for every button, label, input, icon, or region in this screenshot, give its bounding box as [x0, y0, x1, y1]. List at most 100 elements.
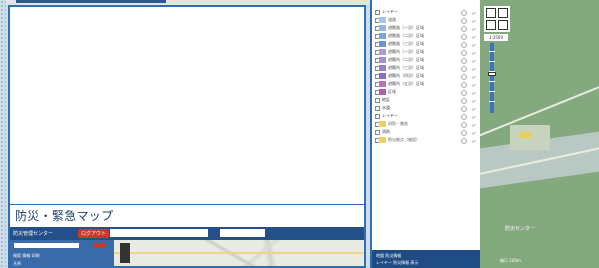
edit-icon[interactable]: [470, 89, 476, 95]
edit-icon[interactable]: [470, 57, 476, 63]
layer-label: レイヤー: [382, 113, 398, 118]
zoom-input[interactable]: [220, 229, 265, 237]
mini-map-nav-control[interactable]: [120, 243, 130, 263]
mini-search-field[interactable]: [14, 243, 79, 248]
edit-icon[interactable]: [470, 65, 476, 71]
layer-label: 区域: [388, 89, 396, 94]
mini-legend-row[interactable]: 凡例: [13, 261, 21, 266]
edit-icon[interactable]: [470, 33, 476, 39]
layer-swatch: [379, 65, 386, 71]
layer-label: 消防・救急: [388, 121, 408, 126]
layer-item[interactable]: 避難所（四次）区域: [375, 72, 479, 80]
mini-map-preview: [114, 240, 364, 266]
visibility-icon[interactable]: [461, 138, 467, 144]
layer-label: レイヤー: [382, 9, 398, 14]
layer-swatch: [379, 57, 386, 63]
fullscreen-icon[interactable]: [498, 20, 508, 30]
search-input[interactable]: [110, 229, 208, 237]
edit-icon[interactable]: [470, 129, 476, 135]
map-scale: 縮尺 200m: [500, 258, 521, 263]
top-strip-bar: [16, 0, 166, 3]
layer-item[interactable]: レイヤー: [375, 8, 479, 16]
map-place-label: 防災センター: [505, 226, 536, 232]
footer-line-2[interactable]: レイヤー 防災情報 表示: [376, 260, 418, 266]
search-icon[interactable]: [498, 8, 508, 18]
layer-swatch: [379, 49, 386, 55]
logout-button[interactable]: ログアウト: [78, 229, 110, 238]
layer-item[interactable]: 地区: [375, 96, 479, 104]
layer-label: 避難路（二次）区域: [388, 33, 424, 38]
layer-swatch: [379, 137, 386, 143]
footer-line-1[interactable]: 地図 防災情報: [376, 253, 401, 259]
layer-label: 避難路（一次）区域: [388, 25, 424, 30]
edit-icon[interactable]: [470, 105, 476, 111]
layer-item[interactable]: レイヤー: [375, 112, 479, 120]
layer-panel-footer: 地図 防災情報 レイヤー 防災情報 表示: [372, 250, 480, 268]
layer-item[interactable]: 避難路（一次）区域: [375, 24, 479, 32]
layer-item[interactable]: 避難路（二次）区域: [375, 32, 479, 40]
layer-label: 避難所（一次）区域: [388, 49, 424, 54]
edit-icon[interactable]: [470, 97, 476, 103]
layer-item[interactable]: 水道: [375, 104, 479, 112]
mini-toolbar: 検索 情報 印刷 凡例: [10, 240, 114, 266]
layer-swatch: [379, 41, 386, 47]
mini-map-road: [114, 252, 364, 254]
zoom-slider-handle[interactable]: [488, 72, 496, 76]
edit-icon[interactable]: [470, 113, 476, 119]
zoom-slider[interactable]: [489, 43, 495, 113]
layer-label: 避難所（五次）区域: [388, 81, 424, 86]
map-highlight-marker[interactable]: [520, 132, 532, 138]
layer-item[interactable]: 消防・救急: [375, 120, 479, 128]
edit-icon[interactable]: [470, 9, 476, 15]
user-name: 防災管理センター: [13, 231, 54, 237]
layer-label: 水道: [382, 105, 390, 110]
layer-item[interactable]: 区域: [375, 88, 479, 96]
page-edge-pattern: [0, 0, 6, 268]
zoom-in-icon[interactable]: [486, 8, 496, 18]
layer-swatch: [379, 25, 386, 31]
layer-item[interactable]: 避難所（三次）区域: [375, 64, 479, 72]
layer-swatch: [379, 121, 386, 127]
layer-checkbox[interactable]: [375, 114, 380, 119]
layer-panel: レイヤー 道路 避難路（一次）区域 避難路（二次）区域 避難路（三次）区域 避難所（一次）…: [370, 0, 480, 268]
layer-label: 避難路（三次）区域: [388, 41, 424, 46]
edit-icon[interactable]: [470, 49, 476, 55]
layer-swatch: [379, 89, 386, 95]
map-view[interactable]: 1:2500 防災センター 縮尺 200m: [480, 0, 599, 268]
layer-item[interactable]: 避難所（一次）区域: [375, 48, 479, 56]
layer-item[interactable]: 消防: [375, 128, 479, 136]
mini-search-button[interactable]: [94, 243, 106, 248]
app-preview-panel: 防災・緊急マップ 防災管理センター ログアウト 検索 情報 印刷 凡例: [8, 205, 366, 268]
layer-label: 避難所（三次）区域: [388, 65, 424, 70]
zoom-level-input[interactable]: 1:2500: [484, 34, 508, 41]
mini-tools-row[interactable]: 検索 情報 印刷: [13, 253, 40, 259]
edit-icon[interactable]: [470, 25, 476, 31]
layer-label: 地区: [382, 97, 390, 102]
layer-swatch: [379, 17, 386, 23]
edit-icon[interactable]: [470, 17, 476, 23]
layer-item[interactable]: 避難所（二次）区域: [375, 56, 479, 64]
layer-checkbox[interactable]: [375, 10, 380, 15]
layer-label: 避難所（四次）区域: [388, 73, 424, 78]
layer-checkbox[interactable]: [375, 106, 380, 111]
layer-item[interactable]: 道路: [375, 16, 479, 24]
layer-swatch: [379, 81, 386, 87]
layer-label: 消防: [382, 129, 390, 134]
layer-swatch: [379, 33, 386, 39]
app-header-bar: 防災管理センター ログアウト: [10, 227, 364, 240]
zoom-out-icon[interactable]: [486, 20, 496, 30]
edit-icon[interactable]: [470, 137, 476, 143]
layer-label: 防災拠点（施設）: [388, 137, 420, 142]
layer-item[interactable]: 避難路（三次）区域: [375, 40, 479, 48]
edit-icon[interactable]: [470, 41, 476, 47]
main-blank-panel: [8, 5, 366, 206]
layer-item[interactable]: 防災拠点（施設）: [375, 136, 479, 144]
layer-checkbox[interactable]: [375, 98, 380, 103]
layer-label: 道路: [388, 17, 396, 22]
layer-label: 避難所（二次）区域: [388, 57, 424, 62]
layer-checkbox[interactable]: [375, 130, 380, 135]
edit-icon[interactable]: [470, 73, 476, 79]
edit-icon[interactable]: [470, 121, 476, 127]
layer-item[interactable]: 避難所（五次）区域: [375, 80, 479, 88]
edit-icon[interactable]: [470, 81, 476, 87]
